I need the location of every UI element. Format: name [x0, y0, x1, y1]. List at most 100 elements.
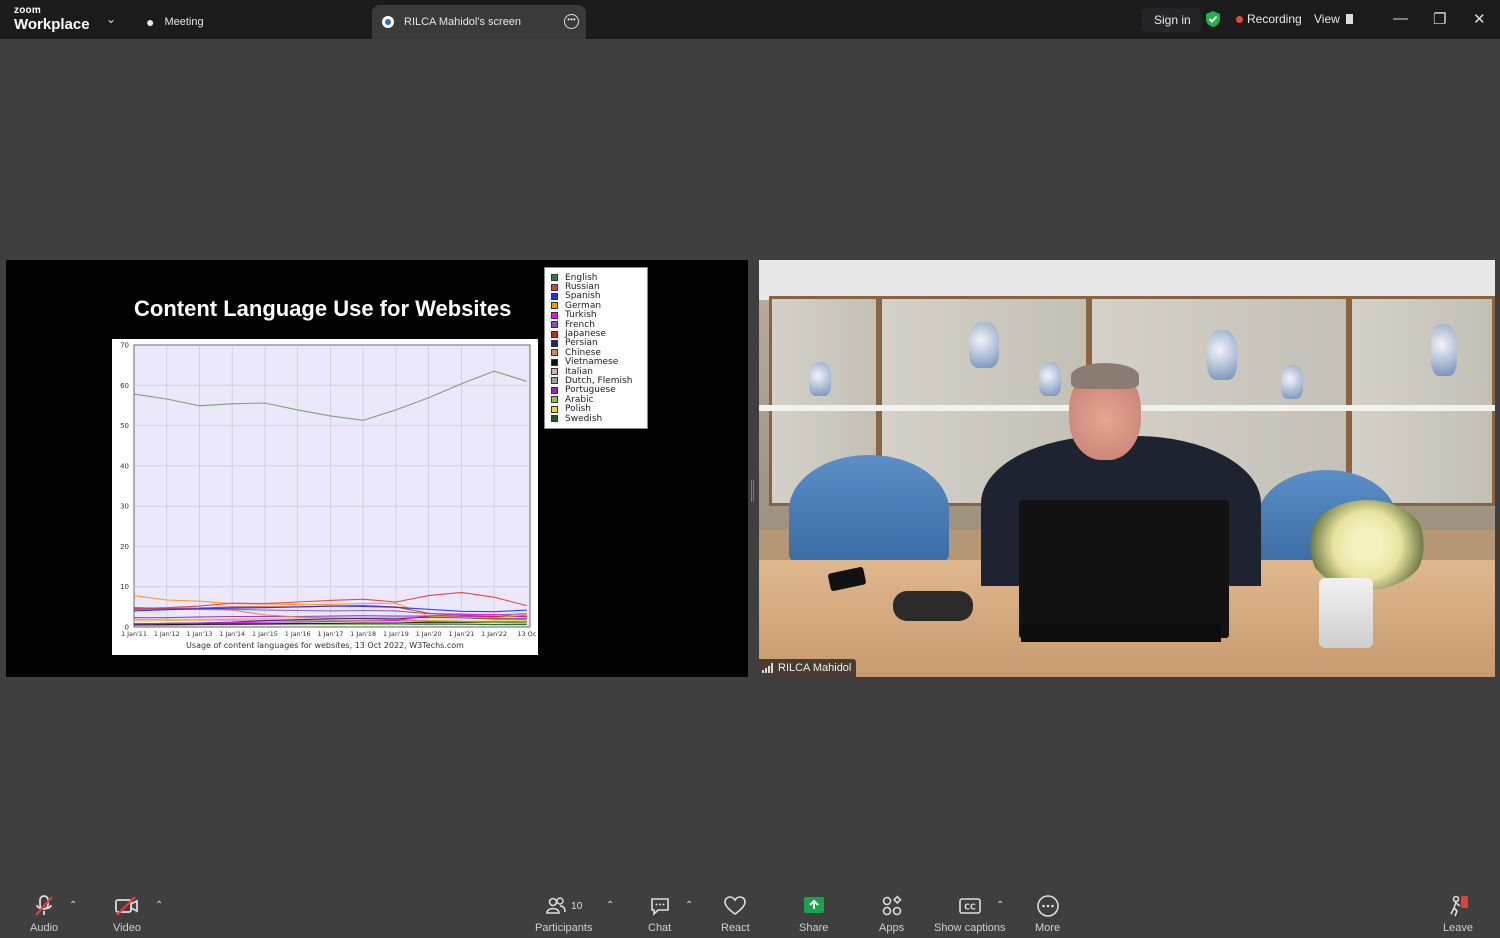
laptop-base: [1021, 624, 1221, 642]
vase: [1281, 365, 1303, 399]
more-label: More: [1035, 922, 1061, 934]
brand-big: Workplace: [14, 16, 90, 33]
legend-item: Spanish: [551, 291, 647, 301]
conference-microphone: [893, 591, 973, 621]
x-tick-label: 1 Jan'21: [448, 630, 474, 638]
y-tick-label: 30: [120, 503, 129, 511]
x-tick-label: 1 Jan'19: [383, 630, 409, 638]
recording-dot-icon: [1236, 15, 1243, 23]
x-tick-label: 1 Jan'18: [350, 630, 376, 638]
x-tick-label: 1 Jan'16: [285, 630, 311, 638]
apps-icon: [881, 894, 903, 918]
legend-swatch: [551, 292, 558, 300]
participants-options-caret-icon[interactable]: ⌃: [606, 900, 614, 911]
leave-button[interactable]: Leave: [1443, 894, 1473, 934]
x-tick-label: 1 Jan'17: [317, 630, 343, 638]
slide-title: Content Language Use for Websites: [134, 296, 512, 321]
apps-button[interactable]: Apps: [879, 894, 904, 934]
show-captions-label: Show captions: [934, 922, 1006, 934]
close-icon[interactable]: ✕: [1473, 10, 1486, 28]
chat-label: Chat: [648, 922, 672, 934]
title-bar: zoom Workplace ⌄ ●​ Meeting RILCA Mahido…: [0, 0, 1500, 39]
audio-button[interactable]: Audio: [30, 894, 58, 934]
legend-item: Polish: [551, 404, 647, 414]
tab-meeting[interactable]: ●​ Meeting: [146, 5, 204, 39]
chat-icon: [649, 894, 671, 918]
react-button[interactable]: React: [721, 894, 750, 934]
audio-options-caret-icon[interactable]: ⌃: [69, 900, 77, 911]
vase: [1207, 330, 1237, 380]
microphone-muted-icon: [32, 894, 56, 918]
chair: [789, 455, 949, 565]
chat-options-caret-icon[interactable]: ⌃: [685, 900, 693, 911]
shared-screen-panel[interactable]: Content Language Use for Websites 0 10 20 3…: [6, 260, 748, 677]
laptop: [1019, 500, 1229, 638]
leave-icon: [1446, 894, 1470, 918]
chat-button[interactable]: Chat: [648, 894, 671, 934]
sign-in-button[interactable]: Sign in: [1142, 8, 1201, 32]
legend-swatch: [551, 386, 558, 394]
x-tick-label: 1 Jan'15: [252, 630, 278, 638]
vase: [809, 362, 831, 396]
share-screen-icon: [802, 894, 826, 918]
x-tick-label: 1 Jan'11: [121, 630, 147, 638]
recording-indicator[interactable]: Recording: [1236, 8, 1302, 30]
legend-item: Swedish: [551, 413, 647, 424]
legend-item: Chinese: [551, 348, 647, 358]
view-button[interactable]: View: [1314, 8, 1353, 30]
shield-check-icon[interactable]: [1205, 8, 1221, 30]
minimize-icon[interactable]: —: [1393, 10, 1408, 27]
restore-icon[interactable]: ❐: [1433, 10, 1446, 28]
line-chart: 0102030405060701 Jan'11 1 Jan'12 1 Jan'13 1…: [120, 342, 537, 639]
x-tick-label: 1 Jan'22: [481, 630, 507, 638]
share-button[interactable]: Share: [799, 894, 828, 934]
x-tick-label: 1 Jan'14: [219, 630, 245, 638]
y-tick-label: 20: [120, 543, 129, 551]
audio-label: Audio: [30, 922, 59, 934]
legend-swatch: [551, 321, 558, 329]
view-layout-icon: [1345, 14, 1353, 24]
tab-meeting-label: Meeting: [164, 16, 204, 28]
more-options-icon[interactable]: •••: [564, 14, 579, 29]
chevron-down-icon[interactable]: ⌄: [106, 12, 116, 26]
show-captions-button[interactable]: CC Show captions: [934, 894, 1006, 934]
x-tick-label: 1 Jan'20: [416, 630, 442, 638]
legend-swatch: [551, 274, 558, 282]
y-tick-label: 60: [120, 382, 129, 390]
legend-item: Italian: [551, 367, 647, 377]
react-label: React: [721, 922, 750, 934]
chart-container: 0 10 20 30 40 50 60 70 1 Jan'11 1 Jan'12 1 Jan'13 1…: [112, 339, 538, 655]
more-button[interactable]: More: [1035, 894, 1060, 934]
video-label: Video: [113, 922, 141, 934]
participants-button[interactable]: 10 Participants: [535, 894, 592, 934]
vase: [969, 322, 999, 368]
captions-options-caret-icon[interactable]: ⌃: [996, 900, 1004, 911]
legend-item: French: [551, 320, 647, 330]
zoom-workplace-logo[interactable]: zoom Workplace: [14, 5, 90, 33]
legend-item: Turkish: [551, 310, 647, 320]
legend-item: Japanese: [551, 329, 647, 339]
share-label: Share: [799, 922, 829, 934]
vase: [1431, 324, 1457, 376]
tab-shared-screen[interactable]: RILCA Mahidol's screen •••: [372, 5, 586, 39]
video-button[interactable]: Video: [113, 894, 141, 934]
view-label: View: [1314, 12, 1340, 26]
legend-label: Swedish: [565, 413, 603, 424]
video-tile[interactable]: RILCA Mahidol: [759, 260, 1495, 677]
camera-off-icon: [114, 894, 140, 918]
panel-resize-handle[interactable]: [751, 480, 754, 502]
legend-swatch: [551, 330, 558, 338]
legend-swatch: [551, 349, 558, 357]
legend-swatch: [551, 358, 558, 366]
brand-small: zoom: [14, 5, 41, 16]
participants-count: 10: [571, 900, 583, 912]
legend-item: Vietnamese: [551, 357, 647, 367]
y-tick-label: 10: [120, 583, 129, 591]
legend-swatch: [551, 302, 558, 310]
signal-strength-icon: [762, 663, 773, 673]
tab-shared-screen-label: RILCA Mahidol's screen: [404, 16, 522, 28]
display-case: [1349, 296, 1495, 506]
video-options-caret-icon[interactable]: ⌃: [155, 900, 163, 911]
legend-item: Dutch, Flemish: [551, 376, 647, 386]
legend-item: German: [551, 301, 647, 311]
